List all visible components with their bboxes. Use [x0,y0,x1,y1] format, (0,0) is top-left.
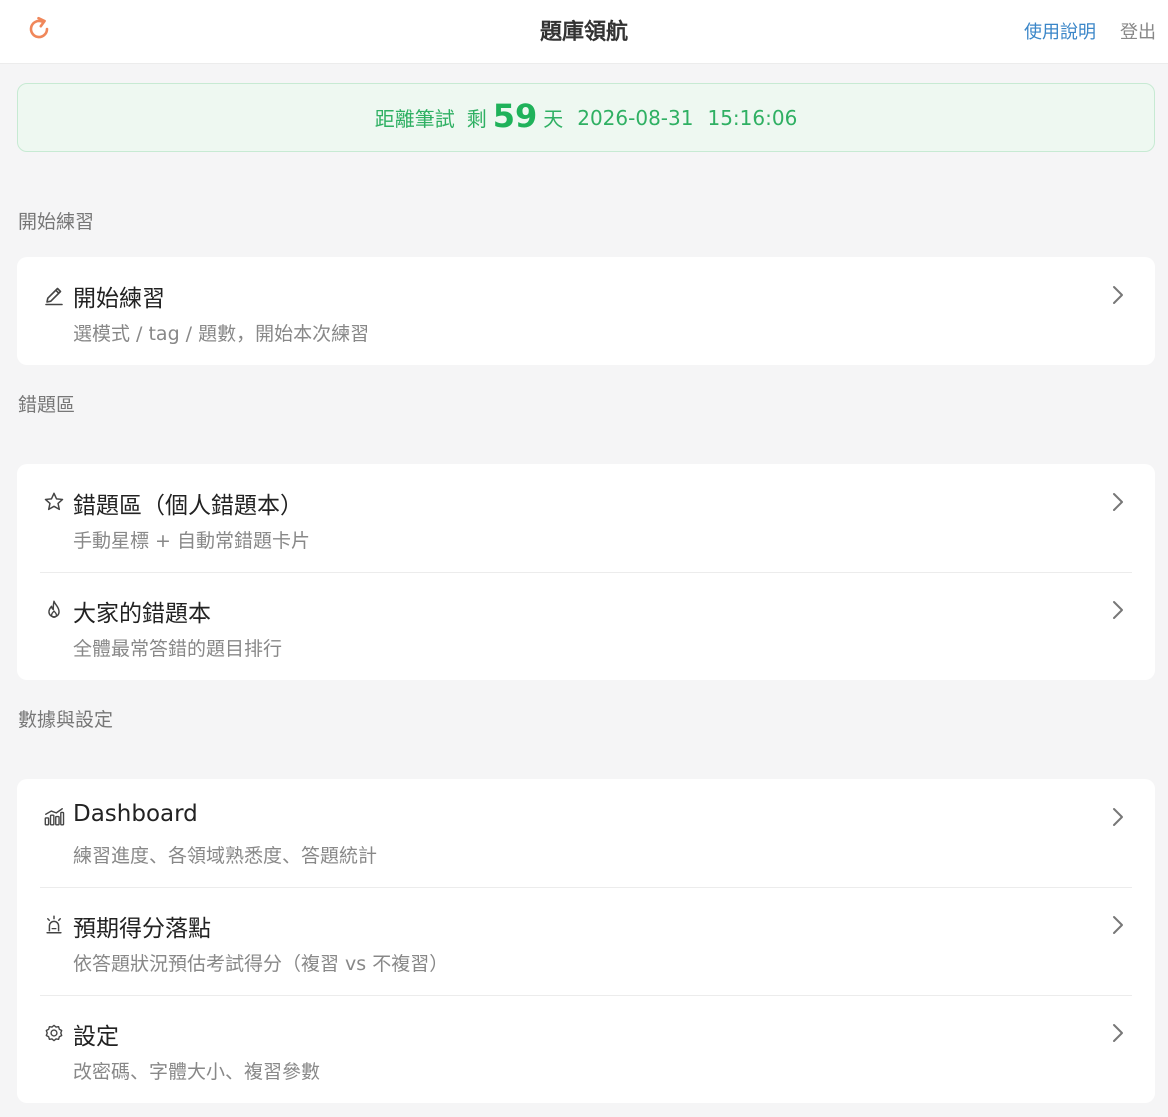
item-title: 預期得分落點 [73,916,211,942]
data-settings-card: Dashboard 練習進度、各領域熟悉度、答題統計 預期得分落點 依答題狀況預… [17,779,1155,1103]
gear-icon [43,1022,65,1044]
item-subtitle: 手動星標 + 自動常錯題卡片 [73,530,310,552]
menu-item-personal-wrongbook[interactable]: 錯題區（個人錯題本） 手動星標 + 自動常錯題卡片 [17,464,1155,572]
countdown-time: 15:16:06 [707,105,798,130]
section-label-practice: 開始練習 [18,211,95,233]
star-icon [43,491,65,513]
countdown-prefix: 距離筆試 [374,107,455,131]
chevron-right-icon [1109,598,1127,622]
flame-icon [43,599,65,621]
countdown-days: 59 [492,96,538,135]
item-title: 大家的錯題本 [73,601,211,627]
item-subtitle: 選模式 / tag / 題數，開始本次練習 [73,323,370,345]
item-subtitle: 依答題狀況預估考試得分（複習 vs 不複習） [73,953,449,975]
chevron-right-icon [1109,1021,1127,1045]
menu-item-start-practice[interactable]: 開始練習 選模式 / tag / 題數，開始本次練習 [17,257,1155,365]
wrong-questions-card: 錯題區（個人錯題本） 手動星標 + 自動常錯題卡片 大家的錯題本 全體最常答錯的… [17,464,1155,680]
logout-link[interactable]: 登出 [1120,18,1156,44]
item-title: 設定 [73,1024,119,1050]
exam-countdown-banner: 距離筆試 剩 59 天 2026-08-31 15:16:06 [17,83,1155,152]
pencil-icon [43,284,65,306]
section-label-wrong-questions: 錯題區 [18,394,76,416]
item-title: Dashboard [73,801,198,827]
countdown-date: 2026-08-31 [577,105,694,130]
countdown-remain-label: 剩 [466,107,487,131]
menu-item-expected-score[interactable]: 預期得分落點 依答題狀況預估考試得分（複習 vs 不複習） [17,887,1155,995]
alarm-icon [43,914,65,936]
page-title: 題庫領航 [539,20,628,45]
item-subtitle: 全體最常答錯的題目排行 [73,638,283,660]
item-subtitle: 練習進度、各領域熟悉度、答題統計 [73,845,378,867]
menu-item-dashboard[interactable]: Dashboard 練習進度、各領域熟悉度、答題統計 [17,779,1155,887]
menu-item-shared-wrongbook[interactable]: 大家的錯題本 全體最常答錯的題目排行 [17,572,1155,680]
top-bar: 題庫領航 使用說明 登出 [0,0,1168,64]
item-title: 錯題區（個人錯題本） [73,493,303,519]
item-subtitle: 改密碼、字體大小、複習參數 [73,1061,321,1083]
section-label-data-settings: 數據與設定 [18,709,114,731]
countdown-days-unit: 天 [543,107,564,131]
item-title: 開始練習 [73,286,165,312]
practice-card: 開始練習 選模式 / tag / 題數，開始本次練習 [17,257,1155,365]
chevron-right-icon [1109,805,1127,829]
chevron-right-icon [1109,490,1127,514]
chevron-right-icon [1109,913,1127,937]
menu-item-settings[interactable]: 設定 改密碼、字體大小、複習參數 [17,995,1155,1103]
help-link[interactable]: 使用說明 [1024,18,1096,44]
chart-icon [43,806,65,828]
chevron-right-icon [1109,283,1127,307]
